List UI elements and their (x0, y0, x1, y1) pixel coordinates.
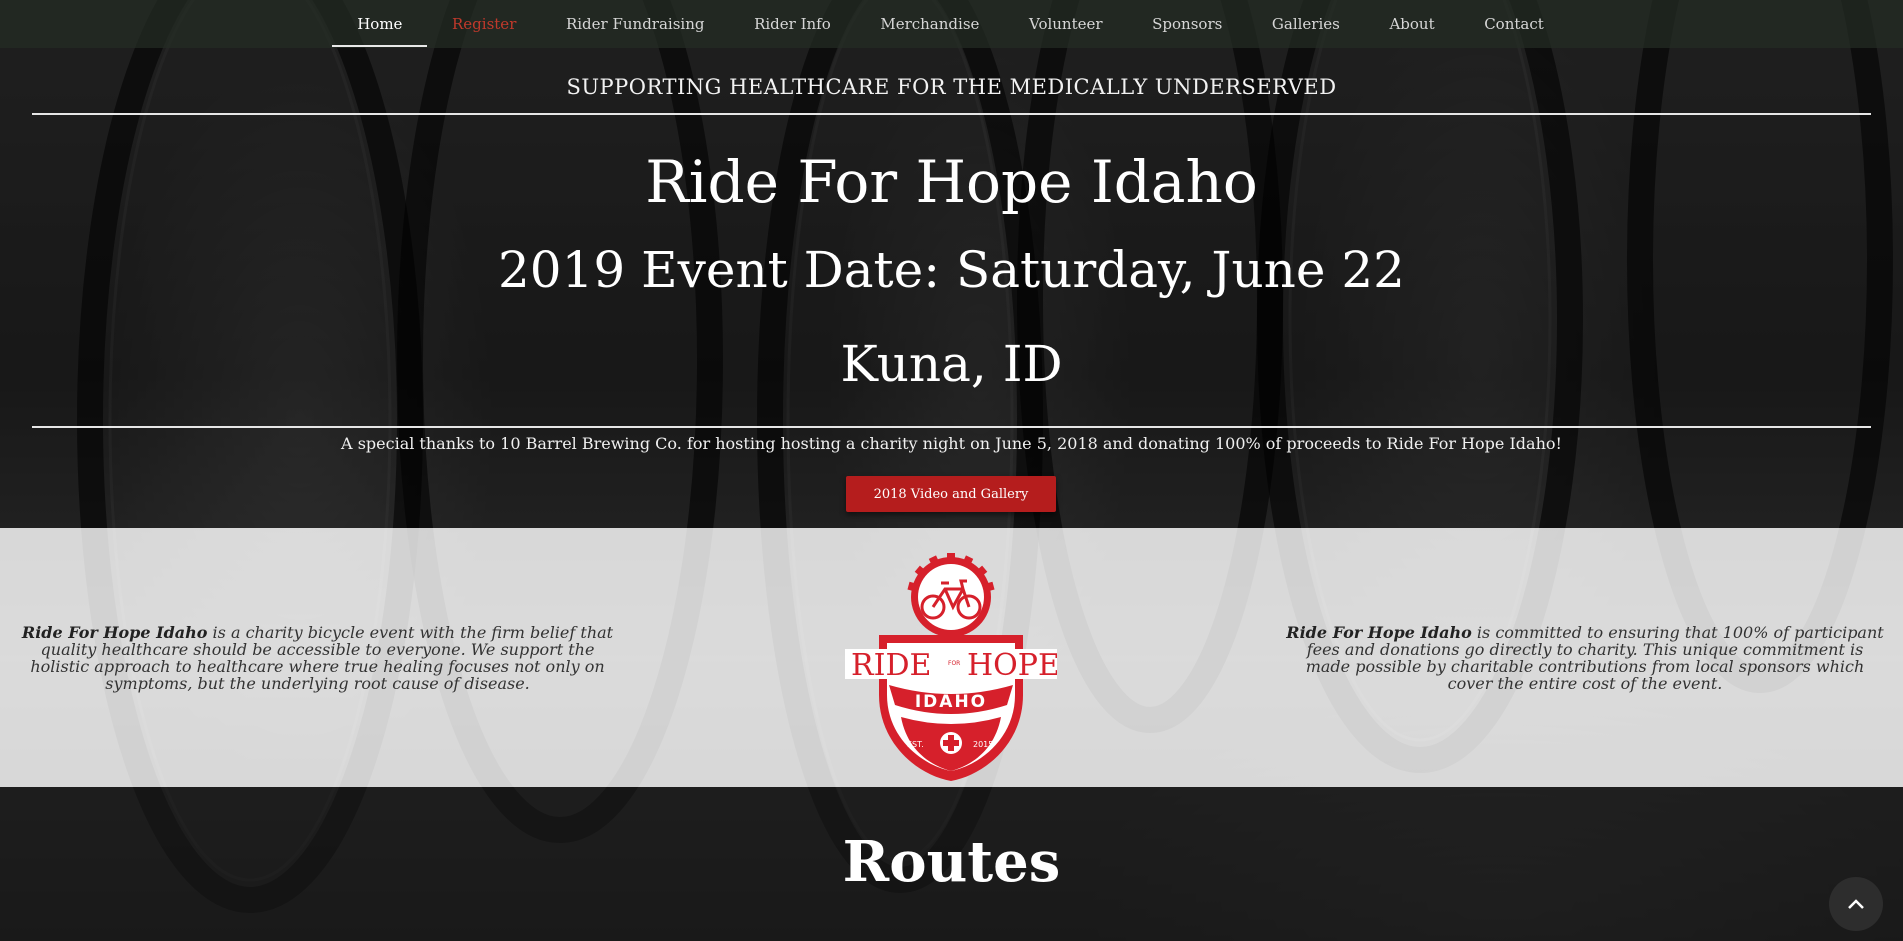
logo-est-text: EST. (907, 740, 924, 749)
logo-hope-text: HOPE (967, 648, 1057, 683)
nav-galleries[interactable]: Galleries (1247, 0, 1365, 48)
scroll-to-top-button[interactable] (1829, 877, 1883, 931)
hero-divider-top (32, 113, 1871, 115)
hero-section: SUPPORTING HEALTHCARE FOR THE MEDICALLY … (0, 48, 1903, 528)
logo-ride-text: RIDE (851, 648, 931, 683)
top-navigation: Home Register Rider Fundraising Rider In… (0, 0, 1903, 48)
chevron-up-icon (1848, 899, 1864, 909)
mission-right-text: Ride For Hope Idaho is committed to ensu… (1285, 624, 1885, 692)
logo-idaho-text: IDAHO (915, 692, 987, 712)
thanks-message: A special thanks to 10 Barrel Brewing Co… (341, 434, 1562, 453)
event-location: Kuna, ID (840, 335, 1063, 393)
medical-cross-icon (940, 732, 962, 754)
hero-title: Ride For Hope Idaho (645, 148, 1258, 216)
routes-title: Routes (842, 829, 1061, 895)
mission-left-text: Ride For Hope Idaho is a charity bicycle… (20, 624, 615, 692)
nav-volunteer[interactable]: Volunteer (1004, 0, 1127, 48)
nav-rider-info[interactable]: Rider Info (729, 0, 855, 48)
nav-about[interactable]: About (1365, 0, 1460, 48)
nav-contact[interactable]: Contact (1459, 0, 1568, 48)
ride-for-hope-logo: RIDE FOR HOPE IDAHO EST. 2015 (845, 553, 1057, 781)
video-gallery-button[interactable]: 2018 Video and Gallery (846, 476, 1056, 512)
hero-tagline: SUPPORTING HEALTHCARE FOR THE MEDICALLY … (566, 75, 1337, 99)
routes-section: Routes (0, 787, 1903, 941)
event-date: 2019 Event Date: Saturday, June 22 (497, 241, 1405, 299)
nav-rider-fundraising[interactable]: Rider Fundraising (541, 0, 729, 48)
logo-year-text: 2015 (973, 740, 993, 749)
hero-divider-bottom (32, 426, 1871, 428)
logo-for-text: FOR (948, 660, 960, 667)
nav-home[interactable]: Home (332, 0, 428, 48)
mission-band: Ride For Hope Idaho is a charity bicycle… (0, 528, 1903, 787)
nav-register[interactable]: Register (427, 0, 541, 48)
nav-sponsors[interactable]: Sponsors (1127, 0, 1247, 48)
nav-merchandise[interactable]: Merchandise (856, 0, 1005, 48)
